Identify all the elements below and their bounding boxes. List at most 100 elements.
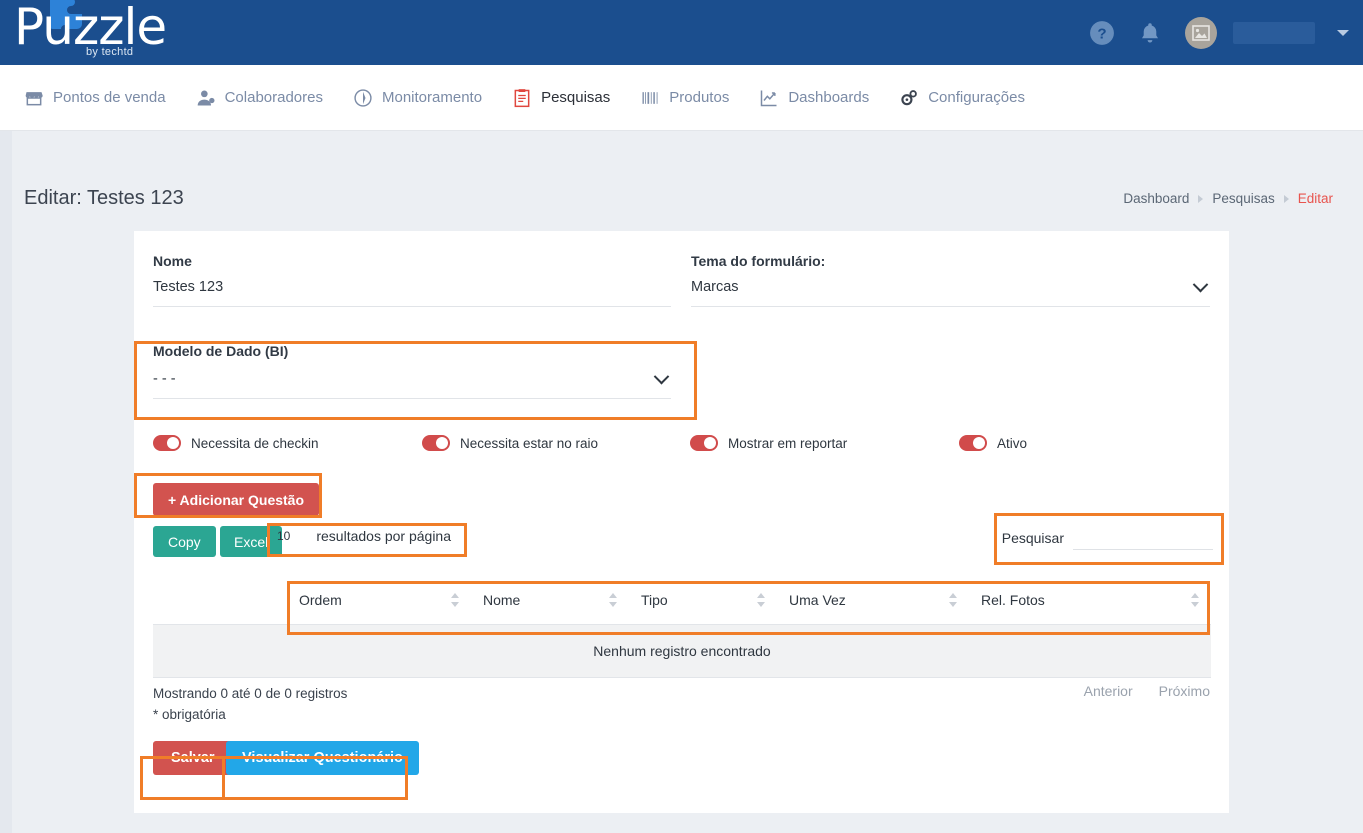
chevron-right-icon (1283, 194, 1289, 203)
nav-item-colaboradores[interactable]: Colaboradores (196, 88, 323, 108)
page-length-select[interactable]: 10 (274, 526, 312, 546)
toggle-label: Mostrar em reportar (728, 435, 848, 451)
nav-item-configuracoes[interactable]: Configurações (899, 88, 1025, 108)
nav-label: Produtos (669, 89, 730, 106)
tema-formulario-value: Marcas (691, 279, 739, 295)
table-info: Mostrando 0 até 0 de 0 registros (153, 686, 348, 701)
sort-arrows-icon (609, 593, 617, 607)
help-circle-icon[interactable]: ? (1089, 20, 1115, 46)
compass-icon (354, 88, 372, 107)
top-bar: Puzzle by techtd ? (0, 0, 1363, 65)
breadcrumb: Dashboard Pesquisas Editar (1123, 191, 1333, 206)
logo-tagline: by techtd (86, 46, 134, 58)
avatar[interactable] (1185, 16, 1217, 49)
breadcrumb-dashboard[interactable]: Dashboard (1123, 191, 1189, 206)
nav-label: Dashboards (788, 89, 870, 106)
toggle-necessita-checkin[interactable]: Necessita de checkin (153, 435, 319, 451)
nav-item-dashboards[interactable]: Dashboards (759, 88, 869, 108)
chevron-right-icon (1198, 194, 1204, 203)
svg-text:?: ? (1097, 25, 1106, 42)
toggle-necessita-raio[interactable]: Necessita estar no raio (422, 435, 598, 451)
toggle-label: Ativo (997, 435, 1028, 451)
sort-arrows-icon (949, 593, 957, 607)
column-header-ordem[interactable]: Ordem (287, 576, 471, 625)
toggle-switch[interactable] (690, 435, 718, 451)
page-length-control: 10 resultados por página (274, 526, 451, 546)
edit-survey-card: Nome Testes 123 Tema do formulário: Marc… (134, 231, 1229, 813)
toggle-mostrar-reportar[interactable]: Mostrar em reportar (690, 435, 847, 451)
store-icon (25, 91, 43, 105)
column-label: Rel. Fotos (981, 592, 1045, 608)
column-header-tipo[interactable]: Tipo (629, 576, 777, 625)
breadcrumb-editar: Editar (1297, 191, 1333, 206)
chevron-down-icon (653, 368, 670, 384)
pagination-next[interactable]: Próximo (1159, 683, 1210, 699)
sort-arrows-icon (451, 593, 459, 607)
search-control: Pesquisar (1002, 525, 1213, 550)
questions-table: Ordem Nome Tipo Uma Vez Rel. Fotos Nenhu… (153, 576, 1211, 678)
search-label: Pesquisar (1001, 529, 1064, 546)
nav-item-pontos-de-venda[interactable]: Pontos de venda (24, 88, 166, 108)
column-header-uma-vez[interactable]: Uma Vez (777, 576, 969, 625)
page-length-suffix: resultados por página (316, 528, 452, 544)
preview-questionnaire-button[interactable]: Visualizar Questionário (226, 741, 419, 775)
chevron-down-icon (1192, 276, 1209, 292)
barcode-icon (642, 91, 658, 104)
bell-icon[interactable] (1137, 20, 1163, 46)
app-logo[interactable]: Puzzle by techtd (8, 0, 168, 64)
excel-button[interactable]: Excel (220, 526, 283, 557)
nav-label: Configurações (928, 89, 1025, 106)
nav-label: Monitoramento (382, 89, 483, 106)
modelo-dado-value: - - - (153, 371, 176, 387)
pagination-previous[interactable]: Anterior (1084, 683, 1133, 699)
tema-formulario-label: Tema do formulário: (691, 253, 826, 269)
toggle-switch[interactable] (153, 435, 181, 451)
gears-icon (901, 89, 918, 105)
column-label: Tipo (641, 592, 668, 608)
table-body: Nenhum registro encontrado (153, 624, 1211, 678)
empty-message: Nenhum registro encontrado (153, 624, 1211, 678)
column-label: Ordem (299, 592, 342, 608)
top-bar-actions: ? (1089, 0, 1355, 65)
column-header-nome[interactable]: Nome (471, 576, 629, 625)
required-note: * obrigatória (153, 707, 226, 722)
toggle-ativo[interactable]: Ativo (959, 435, 1027, 451)
add-question-button[interactable]: + Adicionar Questão (153, 483, 320, 516)
sort-arrows-icon (757, 593, 765, 607)
toggle-switch[interactable] (422, 435, 450, 451)
pagination: Anterior Próximo (1084, 683, 1210, 699)
nav-item-monitoramento[interactable]: Monitoramento (353, 88, 482, 108)
nav-label: Pontos de venda (53, 89, 166, 106)
toggle-group: Necessita de checkin Necessita estar no … (153, 435, 1213, 461)
page-body: Editar: Testes 123 Dashboard Pesquisas E… (0, 131, 1363, 833)
toggle-label: Necessita de checkin (191, 435, 319, 451)
modelo-dado-select[interactable]: - - - (153, 368, 671, 399)
column-header-blank (153, 576, 287, 625)
chart-line-icon (761, 90, 777, 106)
table-header: Ordem Nome Tipo Uma Vez Rel. Fotos (153, 576, 1211, 625)
save-button[interactable]: Salvar (153, 741, 233, 775)
image-placeholder-icon (1192, 24, 1210, 41)
breadcrumb-pesquisas[interactable]: Pesquisas (1212, 191, 1274, 206)
column-label: Nome (483, 592, 521, 608)
nav-label: Colaboradores (224, 89, 323, 106)
user-icon (197, 90, 215, 105)
clipboard-icon (514, 88, 530, 107)
nav-item-produtos[interactable]: Produtos (640, 88, 729, 108)
tema-formulario-select[interactable]: Marcas (691, 276, 1210, 307)
nav-label: Pesquisas (541, 89, 611, 106)
table-header-row: Ordem Nome Tipo Uma Vez Rel. Fotos (153, 576, 1211, 625)
table-info-block: Mostrando 0 até 0 de 0 registros * obrig… (153, 683, 347, 725)
main-navigation: Pontos de venda Colaboradores Monitorame… (0, 65, 1363, 131)
user-name[interactable] (1233, 21, 1315, 44)
search-input[interactable] (1073, 525, 1213, 550)
nome-label: Nome (153, 253, 192, 269)
column-header-rel-fotos[interactable]: Rel. Fotos (969, 576, 1211, 625)
toggle-label: Necessita estar no raio (460, 435, 599, 451)
copy-button[interactable]: Copy (153, 526, 216, 557)
toggle-switch[interactable] (959, 435, 987, 451)
modelo-dado-label: Modelo de Dado (BI) (153, 343, 289, 359)
chevron-down-icon[interactable] (1337, 29, 1349, 36)
nome-input[interactable]: Testes 123 (153, 279, 671, 307)
nav-item-pesquisas[interactable]: Pesquisas (512, 88, 610, 108)
